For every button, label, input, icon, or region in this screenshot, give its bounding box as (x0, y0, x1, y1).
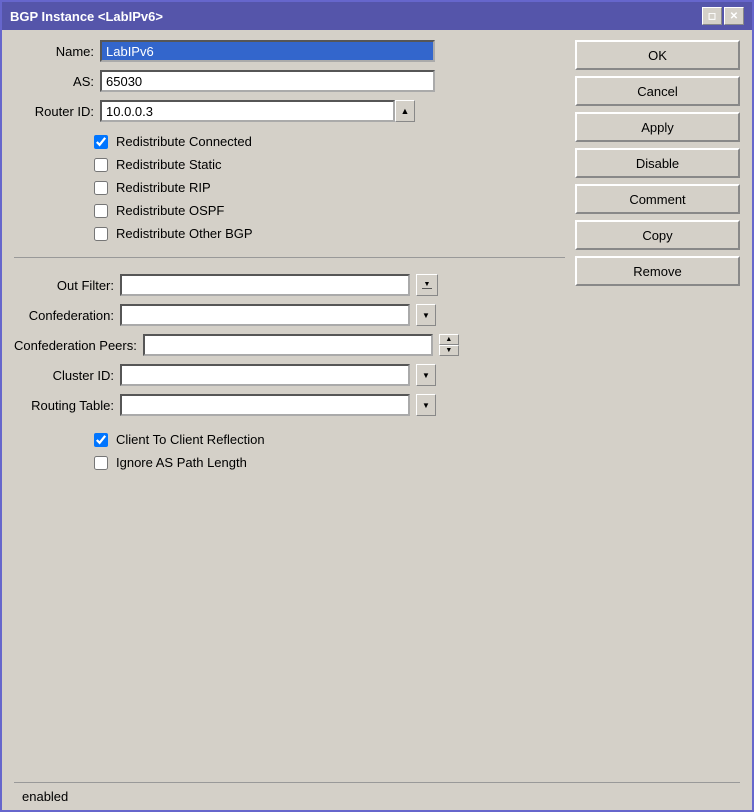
remove-button[interactable]: Remove (575, 256, 740, 286)
redistribute-ospf-checkbox[interactable] (94, 204, 108, 218)
apply-button[interactable]: Apply (575, 112, 740, 142)
name-row: Name: (14, 40, 565, 62)
confederation-peers-input[interactable] (143, 334, 433, 356)
redistribute-ospf-label: Redistribute OSPF (116, 203, 224, 218)
cluster-id-dropdown-button[interactable]: ▼ (416, 364, 436, 386)
router-id-label: Router ID: (14, 104, 94, 119)
router-id-up-button[interactable]: ▲ (395, 100, 415, 122)
status-text: enabled (22, 789, 68, 804)
out-filter-input[interactable] (120, 274, 410, 296)
checkbox-row-0: Redistribute Connected (94, 134, 565, 149)
window-title: BGP Instance <LabIPv6> (10, 9, 163, 24)
redistribute-other-bgp-checkbox[interactable] (94, 227, 108, 241)
left-panel: Name: AS: Router ID: ▲ (14, 40, 565, 774)
name-input[interactable] (100, 40, 435, 62)
redistribute-checkboxes: Redistribute Connected Redistribute Stat… (14, 134, 565, 241)
as-input[interactable] (100, 70, 435, 92)
router-id-input[interactable] (100, 100, 395, 122)
restore-button[interactable]: ◻ (702, 7, 722, 25)
bottom-checkboxes: Client To Client Reflection Ignore AS Pa… (14, 432, 565, 470)
redistribute-connected-label: Redistribute Connected (116, 134, 252, 149)
confederation-label: Confederation: (14, 308, 114, 323)
out-filter-label: Out Filter: (14, 278, 114, 293)
disable-button[interactable]: Disable (575, 148, 740, 178)
client-to-client-row: Client To Client Reflection (94, 432, 565, 447)
out-filter-row: Out Filter: ▼ (14, 274, 565, 296)
confederation-peers-label: Confederation Peers: (14, 338, 137, 353)
ok-button[interactable]: OK (575, 40, 740, 70)
main-area: Name: AS: Router ID: ▲ (14, 40, 740, 774)
comment-button[interactable]: Comment (575, 184, 740, 214)
checkbox-row-3: Redistribute OSPF (94, 203, 565, 218)
redistribute-rip-checkbox[interactable] (94, 181, 108, 195)
client-to-client-label: Client To Client Reflection (116, 432, 265, 447)
routing-table-dropdown-button[interactable]: ▼ (416, 394, 436, 416)
as-row: AS: (14, 70, 565, 92)
right-panel: OK Cancel Apply Disable Comment Copy Rem… (575, 40, 740, 774)
window-controls: ◻ ✕ (702, 7, 744, 25)
routing-table-input[interactable] (120, 394, 410, 416)
router-id-field-group: ▲ (100, 100, 415, 122)
status-bar: enabled (14, 782, 740, 810)
confederation-input[interactable] (120, 304, 410, 326)
confederation-peers-spinner: ▲ ▼ (439, 334, 459, 356)
ignore-as-path-checkbox[interactable] (94, 456, 108, 470)
redistribute-static-checkbox[interactable] (94, 158, 108, 172)
main-window: BGP Instance <LabIPv6> ◻ ✕ Name: AS: (0, 0, 754, 812)
copy-button[interactable]: Copy (575, 220, 740, 250)
checkbox-row-1: Redistribute Static (94, 157, 565, 172)
title-bar: BGP Instance <LabIPv6> ◻ ✕ (2, 2, 752, 30)
separator (14, 257, 565, 258)
ignore-as-path-label: Ignore AS Path Length (116, 455, 247, 470)
redistribute-other-bgp-label: Redistribute Other BGP (116, 226, 253, 241)
checkbox-row-4: Redistribute Other BGP (94, 226, 565, 241)
client-to-client-checkbox[interactable] (94, 433, 108, 447)
cluster-id-row: Cluster ID: ▼ (14, 364, 565, 386)
ignore-as-path-row: Ignore AS Path Length (94, 455, 565, 470)
confederation-peers-row: Confederation Peers: ▲ ▼ (14, 334, 565, 356)
checkbox-row-2: Redistribute RIP (94, 180, 565, 195)
redistribute-static-label: Redistribute Static (116, 157, 222, 172)
routing-table-label: Routing Table: (14, 398, 114, 413)
out-filter-dropdown-button[interactable]: ▼ (416, 274, 438, 296)
confederation-row: Confederation: ▼ (14, 304, 565, 326)
redistribute-connected-checkbox[interactable] (94, 135, 108, 149)
confederation-peers-up-button[interactable]: ▲ (439, 334, 459, 345)
filter-section: Out Filter: ▼ Confederation: ▼ (14, 274, 565, 416)
cluster-id-label: Cluster ID: (14, 368, 114, 383)
redistribute-rip-label: Redistribute RIP (116, 180, 211, 195)
cluster-id-input[interactable] (120, 364, 410, 386)
router-id-row: Router ID: ▲ (14, 100, 565, 122)
cancel-button[interactable]: Cancel (575, 76, 740, 106)
window-body: Name: AS: Router ID: ▲ (2, 30, 752, 810)
confederation-dropdown-button[interactable]: ▼ (416, 304, 436, 326)
as-label: AS: (14, 74, 94, 89)
confederation-peers-down-button[interactable]: ▼ (439, 345, 459, 356)
routing-table-row: Routing Table: ▼ (14, 394, 565, 416)
name-label: Name: (14, 44, 94, 59)
close-button[interactable]: ✕ (724, 7, 744, 25)
